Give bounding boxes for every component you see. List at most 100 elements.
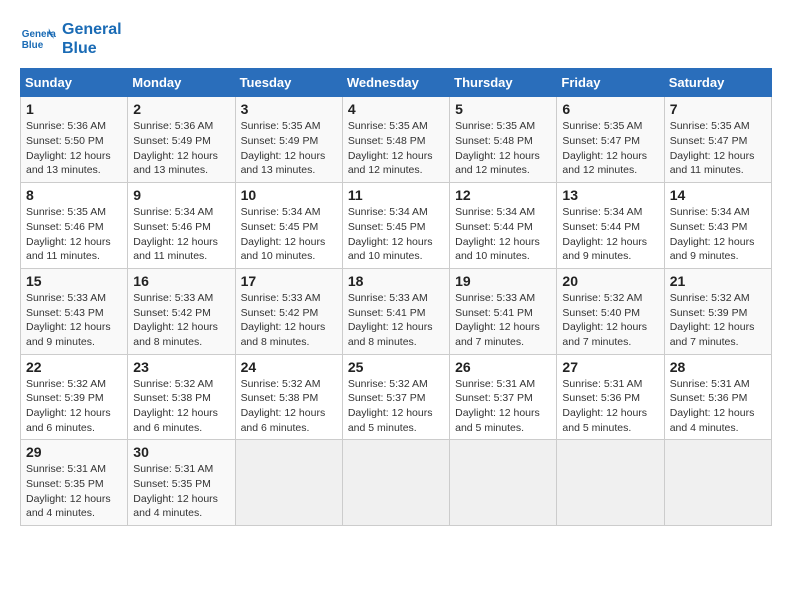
calendar-cell: 16 Sunrise: 5:33 AMSunset: 5:42 PMDayligh… bbox=[128, 268, 235, 354]
day-number: 11 bbox=[348, 187, 444, 203]
calendar-cell: 23 Sunrise: 5:32 AMSunset: 5:38 PMDayligh… bbox=[128, 354, 235, 440]
day-number: 15 bbox=[26, 273, 122, 289]
calendar-cell bbox=[664, 440, 771, 526]
weekday-header-saturday: Saturday bbox=[664, 69, 771, 97]
day-info: Sunrise: 5:35 AMSunset: 5:48 PMDaylight:… bbox=[348, 119, 444, 178]
day-info: Sunrise: 5:35 AMSunset: 5:47 PMDaylight:… bbox=[562, 119, 658, 178]
calendar-cell: 27 Sunrise: 5:31 AMSunset: 5:36 PMDayligh… bbox=[557, 354, 664, 440]
day-info: Sunrise: 5:34 AMSunset: 5:44 PMDaylight:… bbox=[455, 205, 551, 264]
weekday-header-friday: Friday bbox=[557, 69, 664, 97]
day-info: Sunrise: 5:33 AMSunset: 5:43 PMDaylight:… bbox=[26, 291, 122, 350]
day-number: 17 bbox=[241, 273, 337, 289]
day-number: 2 bbox=[133, 101, 229, 117]
day-number: 5 bbox=[455, 101, 551, 117]
day-number: 13 bbox=[562, 187, 658, 203]
day-number: 10 bbox=[241, 187, 337, 203]
weekday-header-monday: Monday bbox=[128, 69, 235, 97]
day-number: 19 bbox=[455, 273, 551, 289]
day-number: 22 bbox=[26, 359, 122, 375]
calendar-cell: 22 Sunrise: 5:32 AMSunset: 5:39 PMDayligh… bbox=[21, 354, 128, 440]
calendar-table: SundayMondayTuesdayWednesdayThursdayFrid… bbox=[20, 68, 772, 526]
day-info: Sunrise: 5:34 AMSunset: 5:45 PMDaylight:… bbox=[348, 205, 444, 264]
calendar-cell: 5 Sunrise: 5:35 AMSunset: 5:48 PMDaylight… bbox=[450, 97, 557, 183]
day-number: 6 bbox=[562, 101, 658, 117]
calendar-cell bbox=[342, 440, 449, 526]
day-info: Sunrise: 5:32 AMSunset: 5:39 PMDaylight:… bbox=[26, 377, 122, 436]
day-number: 27 bbox=[562, 359, 658, 375]
calendar-cell: 26 Sunrise: 5:31 AMSunset: 5:37 PMDayligh… bbox=[450, 354, 557, 440]
calendar-week-1: 1Sunrise: 5:36 AMSunset: 5:50 PMDaylight… bbox=[21, 97, 772, 183]
day-number: 26 bbox=[455, 359, 551, 375]
day-info: Sunrise: 5:35 AMSunset: 5:47 PMDaylight:… bbox=[670, 119, 766, 178]
day-info: Sunrise: 5:31 AMSunset: 5:36 PMDaylight:… bbox=[562, 377, 658, 436]
calendar-cell: 3 Sunrise: 5:35 AMSunset: 5:49 PMDaylight… bbox=[235, 97, 342, 183]
calendar-cell: 10 Sunrise: 5:34 AMSunset: 5:45 PMDayligh… bbox=[235, 183, 342, 269]
day-number: 16 bbox=[133, 273, 229, 289]
calendar-week-3: 15 Sunrise: 5:33 AMSunset: 5:43 PMDayligh… bbox=[21, 268, 772, 354]
day-number: 20 bbox=[562, 273, 658, 289]
calendar-cell: 4 Sunrise: 5:35 AMSunset: 5:48 PMDaylight… bbox=[342, 97, 449, 183]
day-info: Sunrise: 5:36 AMSunset: 5:49 PMDaylight:… bbox=[133, 119, 229, 178]
day-info: Sunrise: 5:35 AMSunset: 5:46 PMDaylight:… bbox=[26, 205, 122, 264]
day-number: 28 bbox=[670, 359, 766, 375]
day-info: Sunrise: 5:34 AMSunset: 5:46 PMDaylight:… bbox=[133, 205, 229, 264]
day-number: 25 bbox=[348, 359, 444, 375]
svg-text:Blue: Blue bbox=[22, 40, 44, 51]
day-number: 29 bbox=[26, 444, 122, 460]
calendar-cell: 24Sunrise: 5:32 AMSunset: 5:38 PMDayligh… bbox=[235, 354, 342, 440]
calendar-cell: 14 Sunrise: 5:34 AMSunset: 5:43 PMDayligh… bbox=[664, 183, 771, 269]
calendar-cell: 29 Sunrise: 5:31 AMSunset: 5:35 PMDayligh… bbox=[21, 440, 128, 526]
calendar-cell: 15 Sunrise: 5:33 AMSunset: 5:43 PMDayligh… bbox=[21, 268, 128, 354]
calendar-cell: 11 Sunrise: 5:34 AMSunset: 5:45 PMDayligh… bbox=[342, 183, 449, 269]
calendar-cell: 18 Sunrise: 5:33 AMSunset: 5:41 PMDayligh… bbox=[342, 268, 449, 354]
day-info: Sunrise: 5:35 AMSunset: 5:48 PMDaylight:… bbox=[455, 119, 551, 178]
calendar-cell: 19 Sunrise: 5:33 AMSunset: 5:41 PMDayligh… bbox=[450, 268, 557, 354]
calendar-cell: 6 Sunrise: 5:35 AMSunset: 5:47 PMDaylight… bbox=[557, 97, 664, 183]
day-info: Sunrise: 5:32 AMSunset: 5:38 PMDaylight:… bbox=[133, 377, 229, 436]
day-info: Sunrise: 5:33 AMSunset: 5:41 PMDaylight:… bbox=[348, 291, 444, 350]
calendar-cell: 2 Sunrise: 5:36 AMSunset: 5:49 PMDaylight… bbox=[128, 97, 235, 183]
day-info: Sunrise: 5:32 AMSunset: 5:39 PMDaylight:… bbox=[670, 291, 766, 350]
calendar-cell: 28Sunrise: 5:31 AMSunset: 5:36 PMDayligh… bbox=[664, 354, 771, 440]
calendar-cell: 1Sunrise: 5:36 AMSunset: 5:50 PMDaylight… bbox=[21, 97, 128, 183]
day-info: Sunrise: 5:31 AMSunset: 5:35 PMDaylight:… bbox=[26, 462, 122, 521]
weekday-header-tuesday: Tuesday bbox=[235, 69, 342, 97]
day-number: 21 bbox=[670, 273, 766, 289]
day-number: 12 bbox=[455, 187, 551, 203]
calendar-cell bbox=[557, 440, 664, 526]
calendar-cell: 8Sunrise: 5:35 AMSunset: 5:46 PMDaylight… bbox=[21, 183, 128, 269]
weekday-header-wednesday: Wednesday bbox=[342, 69, 449, 97]
day-info: Sunrise: 5:33 AMSunset: 5:42 PMDaylight:… bbox=[241, 291, 337, 350]
day-info: Sunrise: 5:34 AMSunset: 5:45 PMDaylight:… bbox=[241, 205, 337, 264]
calendar-cell: 21 Sunrise: 5:32 AMSunset: 5:39 PMDayligh… bbox=[664, 268, 771, 354]
logo-text-blue: Blue bbox=[62, 39, 122, 58]
calendar-cell: 30Sunrise: 5:31 AMSunset: 5:35 PMDayligh… bbox=[128, 440, 235, 526]
calendar-cell bbox=[235, 440, 342, 526]
day-number: 9 bbox=[133, 187, 229, 203]
day-info: Sunrise: 5:33 AMSunset: 5:42 PMDaylight:… bbox=[133, 291, 229, 350]
calendar-cell bbox=[450, 440, 557, 526]
logo: General Blue General Blue bbox=[20, 20, 122, 58]
calendar-cell: 7Sunrise: 5:35 AMSunset: 5:47 PMDaylight… bbox=[664, 97, 771, 183]
day-info: Sunrise: 5:33 AMSunset: 5:41 PMDaylight:… bbox=[455, 291, 551, 350]
day-info: Sunrise: 5:31 AMSunset: 5:37 PMDaylight:… bbox=[455, 377, 551, 436]
day-number: 3 bbox=[241, 101, 337, 117]
calendar-cell: 12 Sunrise: 5:34 AMSunset: 5:44 PMDayligh… bbox=[450, 183, 557, 269]
day-info: Sunrise: 5:31 AMSunset: 5:35 PMDaylight:… bbox=[133, 462, 229, 521]
day-info: Sunrise: 5:35 AMSunset: 5:49 PMDaylight:… bbox=[241, 119, 337, 178]
day-info: Sunrise: 5:34 AMSunset: 5:43 PMDaylight:… bbox=[670, 205, 766, 264]
logo-icon: General Blue bbox=[20, 21, 56, 57]
weekday-header-sunday: Sunday bbox=[21, 69, 128, 97]
day-number: 4 bbox=[348, 101, 444, 117]
weekday-header-thursday: Thursday bbox=[450, 69, 557, 97]
page-header: General Blue General Blue bbox=[20, 20, 772, 58]
calendar-cell: 20Sunrise: 5:32 AMSunset: 5:40 PMDayligh… bbox=[557, 268, 664, 354]
day-number: 23 bbox=[133, 359, 229, 375]
day-number: 18 bbox=[348, 273, 444, 289]
calendar-cell: 17 Sunrise: 5:33 AMSunset: 5:42 PMDayligh… bbox=[235, 268, 342, 354]
calendar-cell: 13Sunrise: 5:34 AMSunset: 5:44 PMDayligh… bbox=[557, 183, 664, 269]
day-info: Sunrise: 5:36 AMSunset: 5:50 PMDaylight:… bbox=[26, 119, 122, 178]
day-number: 24 bbox=[241, 359, 337, 375]
day-number: 14 bbox=[670, 187, 766, 203]
logo-text-general: General bbox=[62, 20, 122, 39]
